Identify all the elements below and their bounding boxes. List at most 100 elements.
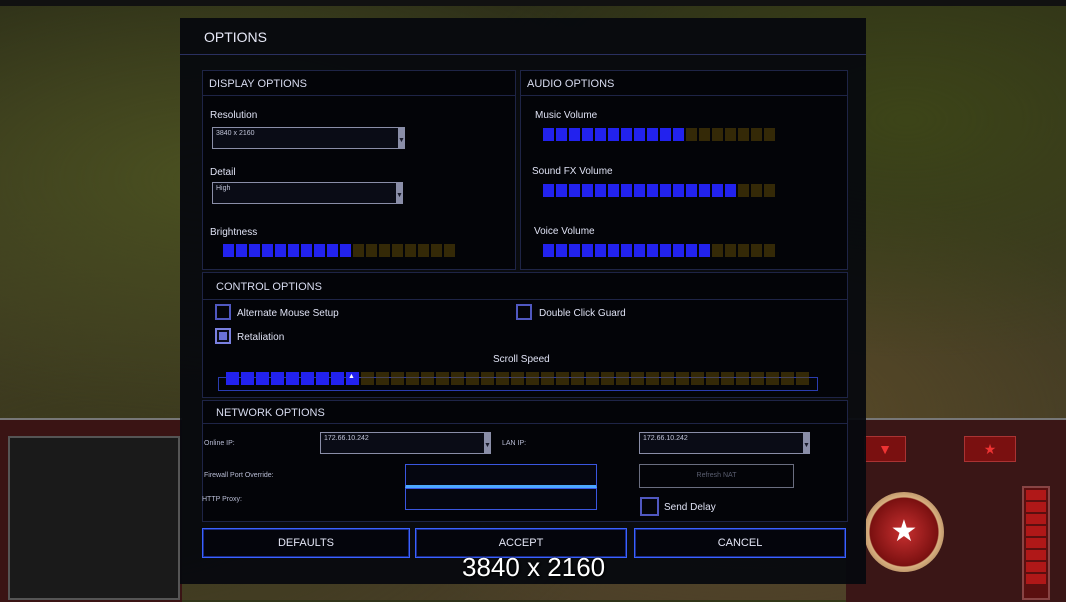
slider-segment[interactable]	[236, 244, 247, 257]
slider-segment[interactable]	[634, 244, 645, 257]
slider-segment[interactable]	[766, 372, 779, 385]
slider-segment[interactable]	[738, 128, 749, 141]
slider-segment[interactable]	[301, 244, 312, 257]
slider-segment[interactable]	[391, 372, 404, 385]
slider-segment[interactable]	[751, 244, 762, 257]
slider-segment[interactable]	[621, 184, 632, 197]
slider-segment[interactable]	[764, 244, 775, 257]
resolution-dropdown[interactable]: 3840 x 2160 ▼	[212, 127, 405, 149]
slider-segment[interactable]	[223, 244, 234, 257]
slider-segment[interactable]	[706, 372, 719, 385]
slider-segment[interactable]	[275, 244, 286, 257]
slider-segment[interactable]	[725, 184, 736, 197]
slider-segment[interactable]	[543, 184, 554, 197]
slider-segment[interactable]	[725, 128, 736, 141]
slider-segment[interactable]	[582, 244, 593, 257]
slider-segment[interactable]	[616, 372, 629, 385]
slider-segment[interactable]	[634, 128, 645, 141]
slider-segment[interactable]	[646, 372, 659, 385]
slider-segment[interactable]	[569, 184, 580, 197]
slider-segment[interactable]	[541, 372, 554, 385]
firewall-port-input[interactable]	[405, 464, 597, 488]
slider-segment[interactable]	[543, 128, 554, 141]
slider-segment[interactable]	[421, 372, 434, 385]
slider-segment[interactable]	[331, 372, 344, 385]
slider-segment[interactable]	[586, 372, 599, 385]
slider-segment[interactable]	[392, 244, 403, 257]
slider-segment[interactable]	[751, 128, 762, 141]
refresh-nat-button[interactable]: Refresh NAT	[639, 464, 794, 488]
slider-segment[interactable]	[660, 128, 671, 141]
slider-segment[interactable]	[451, 372, 464, 385]
slider-segment[interactable]	[676, 372, 689, 385]
slider-segment[interactable]	[301, 372, 314, 385]
chevron-down-icon[interactable]: ▼	[398, 128, 405, 148]
slider-segment[interactable]	[647, 244, 658, 257]
slider-segment[interactable]	[699, 128, 710, 141]
slider-segment[interactable]	[796, 372, 809, 385]
slider-segment[interactable]	[608, 244, 619, 257]
slider-segment[interactable]	[556, 244, 567, 257]
slider-segment[interactable]	[751, 184, 762, 197]
slider-segment[interactable]	[661, 372, 674, 385]
slider-segment[interactable]	[511, 372, 524, 385]
slider-segment[interactable]	[673, 244, 684, 257]
slider-segment[interactable]	[241, 372, 254, 385]
slider-segment[interactable]	[582, 128, 593, 141]
lan-ip-dropdown[interactable]: 172.66.10.242 ▼	[639, 432, 810, 454]
slider-segment[interactable]	[673, 184, 684, 197]
slider-segment[interactable]	[660, 184, 671, 197]
slider-segment[interactable]	[288, 244, 299, 257]
slider-segment[interactable]	[556, 128, 567, 141]
sound-fx-volume-slider[interactable]	[543, 184, 775, 197]
brightness-slider[interactable]	[223, 244, 455, 257]
slider-segment[interactable]	[226, 372, 239, 385]
slider-segment[interactable]	[647, 128, 658, 141]
slider-segment[interactable]	[556, 184, 567, 197]
slider-segment[interactable]	[712, 244, 723, 257]
chevron-down-icon[interactable]: ▼	[396, 183, 403, 203]
slider-segment[interactable]	[481, 372, 494, 385]
slider-segment[interactable]	[764, 128, 775, 141]
slider-segment[interactable]	[379, 244, 390, 257]
slider-segment[interactable]	[249, 244, 260, 257]
slider-segment[interactable]	[569, 244, 580, 257]
http-proxy-input[interactable]	[405, 488, 597, 510]
slider-segment[interactable]	[608, 184, 619, 197]
slider-segment[interactable]	[418, 244, 429, 257]
slider-segment[interactable]	[764, 184, 775, 197]
alternate-mouse-checkbox[interactable]	[215, 304, 231, 320]
slider-segment[interactable]	[431, 244, 442, 257]
slider-segment[interactable]	[608, 128, 619, 141]
slider-segment[interactable]	[699, 244, 710, 257]
slider-segment[interactable]	[366, 244, 377, 257]
slider-segment[interactable]	[738, 184, 749, 197]
slider-segment[interactable]	[621, 244, 632, 257]
slider-segment[interactable]	[353, 244, 364, 257]
slider-segment[interactable]	[256, 372, 269, 385]
music-volume-slider[interactable]	[543, 128, 775, 141]
send-delay-checkbox[interactable]	[640, 497, 659, 516]
slider-segment[interactable]	[406, 372, 419, 385]
slider-segment[interactable]	[712, 184, 723, 197]
slider-segment[interactable]	[725, 244, 736, 257]
slider-segment[interactable]	[660, 244, 671, 257]
retaliation-checkbox[interactable]	[215, 328, 231, 344]
slider-segment[interactable]	[634, 184, 645, 197]
slider-segment[interactable]	[405, 244, 416, 257]
slider-segment[interactable]	[496, 372, 509, 385]
detail-dropdown[interactable]: High ▼	[212, 182, 403, 204]
scroll-speed-thumb-icon[interactable]: ▲	[348, 373, 355, 380]
slider-segment[interactable]	[444, 244, 455, 257]
slider-segment[interactable]	[699, 184, 710, 197]
slider-segment[interactable]	[556, 372, 569, 385]
slider-segment[interactable]	[595, 244, 606, 257]
slider-segment[interactable]	[582, 184, 593, 197]
slider-segment[interactable]	[601, 372, 614, 385]
defaults-button[interactable]: DEFAULTS	[202, 528, 410, 558]
cancel-button[interactable]: CANCEL	[634, 528, 846, 558]
slider-segment[interactable]	[271, 372, 284, 385]
slider-segment[interactable]	[316, 372, 329, 385]
slider-segment[interactable]	[286, 372, 299, 385]
slider-segment[interactable]	[327, 244, 338, 257]
